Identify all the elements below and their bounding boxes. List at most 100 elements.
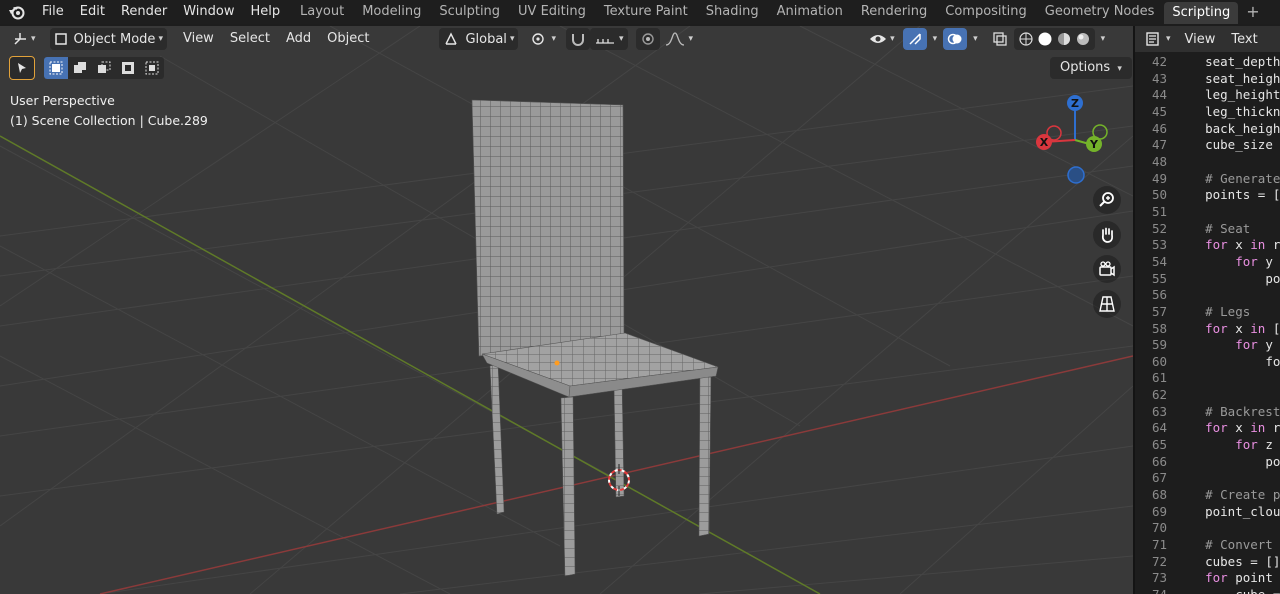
- line-number: 73: [1151, 570, 1167, 586]
- tab-compositing[interactable]: Compositing: [937, 0, 1035, 24]
- code-line[interactable]: 51: [1135, 204, 1280, 221]
- code-line[interactable]: 63 # Backrest: [1135, 404, 1280, 421]
- solid-shading-icon[interactable]: [1037, 31, 1053, 47]
- add-workspace-button[interactable]: +: [1240, 0, 1265, 24]
- code-line[interactable]: 56: [1135, 287, 1280, 304]
- line-number: 59: [1151, 337, 1167, 353]
- text-menu-view[interactable]: View: [1177, 32, 1224, 47]
- code-line[interactable]: 62: [1135, 387, 1280, 404]
- code-line[interactable]: 67: [1135, 470, 1280, 487]
- mode-select[interactable]: Object Mode ▾: [49, 28, 167, 50]
- line-number: 71: [1151, 537, 1167, 553]
- editor-type-button[interactable]: ▾: [8, 28, 40, 50]
- code-line[interactable]: 64 for x in ra: [1135, 420, 1280, 437]
- menu-edit[interactable]: Edit: [72, 0, 113, 24]
- overlays-dropdown-icon[interactable]: ▾: [973, 34, 978, 44]
- xray-toggle[interactable]: [988, 28, 1012, 50]
- camera-view-button[interactable]: [1093, 255, 1121, 283]
- line-number: 66: [1151, 453, 1167, 469]
- code-line[interactable]: 71 # Convert p: [1135, 537, 1280, 554]
- code-line[interactable]: 69 point_cloud: [1135, 504, 1280, 521]
- gizmo-toggle[interactable]: [902, 28, 927, 50]
- material-shading-icon[interactable]: [1056, 31, 1072, 47]
- menu-add[interactable]: Add: [278, 28, 319, 50]
- tab-modeling[interactable]: Modeling: [354, 0, 429, 24]
- shading-dropdown-icon[interactable]: ▾: [1101, 34, 1106, 44]
- pan-button[interactable]: [1093, 221, 1121, 249]
- code-line[interactable]: 65 for z i: [1135, 437, 1280, 454]
- tab-animation[interactable]: Animation: [769, 0, 851, 24]
- code-line[interactable]: 58 for x in [0: [1135, 321, 1280, 338]
- transform-orientation-select[interactable]: Global ▾: [439, 28, 519, 50]
- snap-toggle[interactable]: [566, 28, 590, 50]
- tab-scripting[interactable]: Scripting: [1164, 2, 1239, 24]
- text-editor[interactable]: ▾ View Text 42 seat_depth 43 seat_height 4…: [1135, 26, 1280, 594]
- code-line[interactable]: 44 leg_height: [1135, 87, 1280, 104]
- code-line[interactable]: 72 cubes = []: [1135, 554, 1280, 571]
- code-line[interactable]: 74 cube =: [1135, 587, 1280, 594]
- code-line[interactable]: 49 # Generate: [1135, 171, 1280, 188]
- 3d-viewport[interactable]: ▾ Object Mode ▾ View Select Add Object G…: [0, 26, 1133, 594]
- line-code: fo: [1265, 353, 1280, 369]
- menu-select[interactable]: Select: [222, 28, 278, 50]
- snap-target-button[interactable]: ▾: [590, 28, 628, 50]
- code-line[interactable]: 45 leg_thickne: [1135, 104, 1280, 121]
- code-area[interactable]: 42 seat_depth 43 seat_height 44 leg_height…: [1135, 54, 1280, 594]
- code-line[interactable]: 59 for y i: [1135, 337, 1280, 354]
- code-line[interactable]: 46 back_height: [1135, 121, 1280, 138]
- select-invert-button[interactable]: [116, 57, 140, 79]
- code-line[interactable]: 53 for x in ra: [1135, 237, 1280, 254]
- gizmo-x-label: X: [1040, 136, 1049, 149]
- menu-object[interactable]: Object: [319, 28, 377, 50]
- select-subtract-button[interactable]: [92, 57, 116, 79]
- code-line[interactable]: 48: [1135, 154, 1280, 171]
- line-code: points = [: [1205, 187, 1280, 203]
- tab-layout[interactable]: Layout: [292, 0, 352, 24]
- code-line[interactable]: 55 poi: [1135, 271, 1280, 288]
- zoom-button[interactable]: [1093, 186, 1121, 214]
- navigation-gizmo[interactable]: Z Y X: [1030, 90, 1120, 190]
- menu-view[interactable]: View: [175, 28, 222, 50]
- wireframe-shading-icon[interactable]: [1018, 31, 1034, 47]
- select-extend-button[interactable]: [68, 57, 92, 79]
- code-line[interactable]: 66 poi: [1135, 454, 1280, 471]
- falloff-button[interactable]: ▾: [660, 28, 698, 50]
- text-editor-icon[interactable]: [1145, 31, 1163, 47]
- perspective-toggle-button[interactable]: [1093, 290, 1121, 318]
- tab-uv-editing[interactable]: UV Editing: [510, 0, 594, 24]
- code-line[interactable]: 47 cube_size =: [1135, 137, 1280, 154]
- pivot-point-button[interactable]: ▾: [526, 28, 560, 50]
- rendered-shading-icon[interactable]: [1075, 31, 1091, 47]
- code-line[interactable]: 60 fo: [1135, 354, 1280, 371]
- proportional-editing-toggle[interactable]: [635, 28, 660, 50]
- line-number: 53: [1151, 237, 1167, 253]
- select-tool-button[interactable]: [9, 56, 35, 80]
- code-line[interactable]: 68 # Create po: [1135, 487, 1280, 504]
- options-button[interactable]: Options ▾: [1050, 57, 1132, 79]
- tab-geometry-nodes[interactable]: Geometry Nodes: [1037, 0, 1163, 24]
- code-line[interactable]: 42 seat_depth: [1135, 54, 1280, 71]
- code-line[interactable]: 50 points = [: [1135, 187, 1280, 204]
- menu-file[interactable]: File: [34, 0, 72, 24]
- code-line[interactable]: 73 for point i: [1135, 570, 1280, 587]
- gizmo-dropdown-icon[interactable]: ▾: [933, 34, 938, 44]
- visibility-button[interactable]: ▾: [865, 28, 899, 50]
- code-line[interactable]: 57 # Legs: [1135, 304, 1280, 321]
- code-line[interactable]: 70: [1135, 520, 1280, 537]
- code-line[interactable]: 61: [1135, 370, 1280, 387]
- tab-sculpting[interactable]: Sculpting: [431, 0, 508, 24]
- menu-window[interactable]: Window: [175, 0, 242, 24]
- select-intersect-button[interactable]: [140, 57, 164, 79]
- select-new-button[interactable]: [44, 57, 68, 79]
- blender-logo-icon[interactable]: [0, 0, 34, 24]
- text-menu-text[interactable]: Text: [1223, 32, 1265, 47]
- tab-rendering[interactable]: Rendering: [853, 0, 935, 24]
- menu-help[interactable]: Help: [243, 0, 289, 24]
- tab-shading[interactable]: Shading: [698, 0, 767, 24]
- code-line[interactable]: 43 seat_height: [1135, 71, 1280, 88]
- tab-texture-paint[interactable]: Texture Paint: [596, 0, 696, 24]
- code-line[interactable]: 54 for y i: [1135, 254, 1280, 271]
- code-line[interactable]: 52 # Seat: [1135, 221, 1280, 238]
- overlays-toggle[interactable]: [943, 28, 968, 50]
- menu-render[interactable]: Render: [113, 0, 175, 24]
